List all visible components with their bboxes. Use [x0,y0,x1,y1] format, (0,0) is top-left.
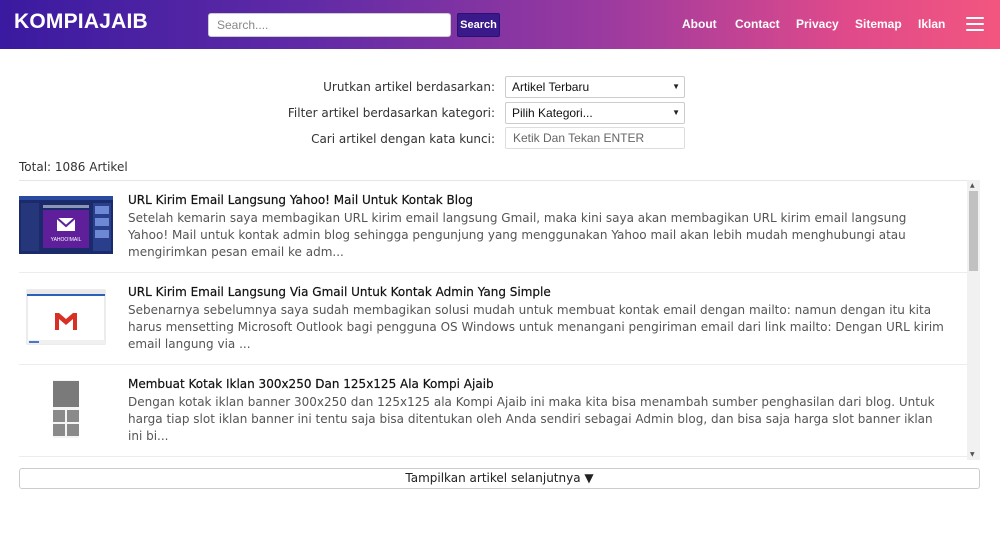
article-title[interactable]: URL Kirim Email Langsung Yahoo! Mail Unt… [128,193,473,207]
nav-iklan[interactable]: Iklan [918,17,945,31]
sort-select[interactable]: Artikel Terbaru ▼ [505,76,685,98]
article-description: Dengan kotak iklan banner 300x250 dan 12… [128,395,935,443]
top-navbar: KOMPIAJAIB Search About Contact Privacy … [0,0,1000,49]
keyword-label: Cari artikel dengan kata kunci: [311,132,495,146]
scrollbar-thumb[interactable] [969,191,978,271]
nav-sitemap[interactable]: Sitemap [855,17,902,31]
site-logo[interactable]: KOMPIAJAIB [14,10,148,34]
article-thumbnail[interactable] [19,288,113,346]
sort-select-value: Artikel Terbaru [512,80,590,94]
list-item[interactable]: Membuat Kotak Iklan 300x250 Dan 125x125 … [19,365,967,457]
article-title[interactable]: URL Kirim Email Langsung Via Gmail Untuk… [128,285,551,299]
search-button[interactable]: Search [457,13,500,37]
caret-down-icon: ▼ [672,108,680,117]
caret-down-icon: ▼ [672,82,680,91]
article-title[interactable]: Membuat Kotak Iklan 300x250 Dan 125x125 … [128,377,494,391]
nav-about[interactable]: About [682,17,717,31]
article-description: Sebenarnya sebelumnya saya sudah membagi… [128,303,944,351]
thumb-text: YAHOO!MAIL [51,237,82,243]
keyword-input[interactable] [505,127,685,149]
nav-privacy[interactable]: Privacy [796,17,839,31]
category-select[interactable]: Pilih Kategori... ▼ [505,102,685,124]
hamburger-menu-icon[interactable] [966,17,984,31]
article-thumbnail[interactable]: YAHOO!MAIL [19,196,113,254]
sort-label: Urutkan artikel berdasarkan: [323,80,495,94]
nav-contact[interactable]: Contact [735,17,780,31]
article-list: YAHOO!MAIL URL Kirim Email Langsung Yaho… [19,180,980,460]
scroll-down-icon[interactable]: ▼ [970,451,975,458]
scroll-up-icon[interactable]: ▲ [970,182,975,189]
category-label: Filter artikel berdasarkan kategori: [287,106,495,120]
article-description: Setelah kemarin saya membagikan URL kiri… [128,211,907,259]
list-item[interactable]: YAHOO!MAIL URL Kirim Email Langsung Yaho… [19,181,967,273]
category-select-value: Pilih Kategori... [512,106,593,120]
search-input[interactable] [208,13,451,37]
list-scrollbar[interactable]: ▲ ▼ [967,180,980,460]
article-total: Total: 1086 Artikel [19,160,128,174]
load-more-button[interactable]: Tampilkan artikel selanjutnya ▼ [19,468,980,489]
list-item[interactable]: URL Kirim Email Langsung Via Gmail Untuk… [19,273,967,365]
article-thumbnail[interactable] [19,380,113,438]
